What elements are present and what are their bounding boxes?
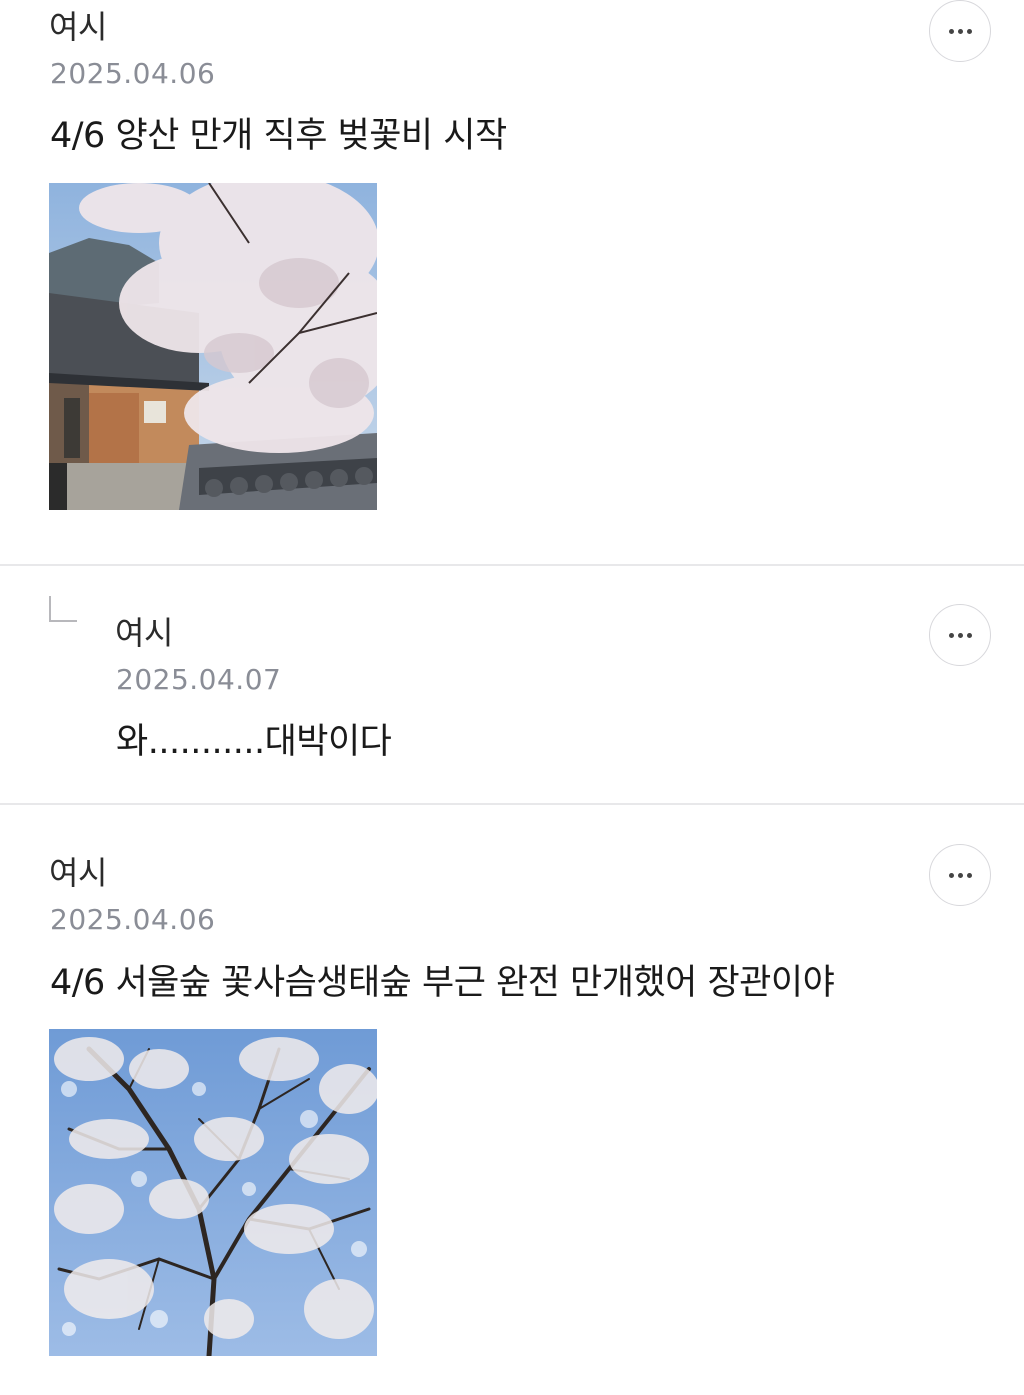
comment-item: 여시 2025.04.06 4/6 서울숲 꽃사슴생태숲 부근 완전 만개했어 … bbox=[0, 805, 1024, 1395]
comment-photo[interactable] bbox=[49, 1029, 377, 1356]
more-horizontal-icon bbox=[948, 872, 972, 878]
comment-author[interactable]: 여시 bbox=[115, 613, 173, 653]
comment-text: 4/6 서울숲 꽃사슴생태숲 부근 완전 만개했어 장관이야 bbox=[50, 963, 835, 1003]
more-options-button[interactable] bbox=[929, 604, 991, 666]
more-options-button[interactable] bbox=[929, 844, 991, 906]
comment-author[interactable]: 여시 bbox=[49, 7, 107, 47]
comment-author[interactable]: 여시 bbox=[49, 853, 107, 893]
comment-item: 여시 2025.04.06 4/6 양산 만개 직후 벚꽃비 시작 bbox=[0, 0, 1024, 564]
more-horizontal-icon bbox=[948, 28, 972, 34]
comment-photo[interactable] bbox=[49, 183, 377, 510]
comment-date: 2025.04.06 bbox=[50, 57, 216, 90]
reply-item: 여시 2025.04.07 와...........대박이다 bbox=[0, 566, 1024, 803]
comment-text: 와...........대박이다 bbox=[116, 722, 392, 762]
reply-corner-icon bbox=[49, 596, 77, 622]
comment-text: 4/6 양산 만개 직후 벚꽃비 시작 bbox=[50, 116, 507, 156]
more-horizontal-icon bbox=[948, 632, 972, 638]
comment-date: 2025.04.06 bbox=[50, 903, 216, 936]
more-options-button[interactable] bbox=[929, 0, 991, 62]
comment-date: 2025.04.07 bbox=[116, 663, 282, 696]
